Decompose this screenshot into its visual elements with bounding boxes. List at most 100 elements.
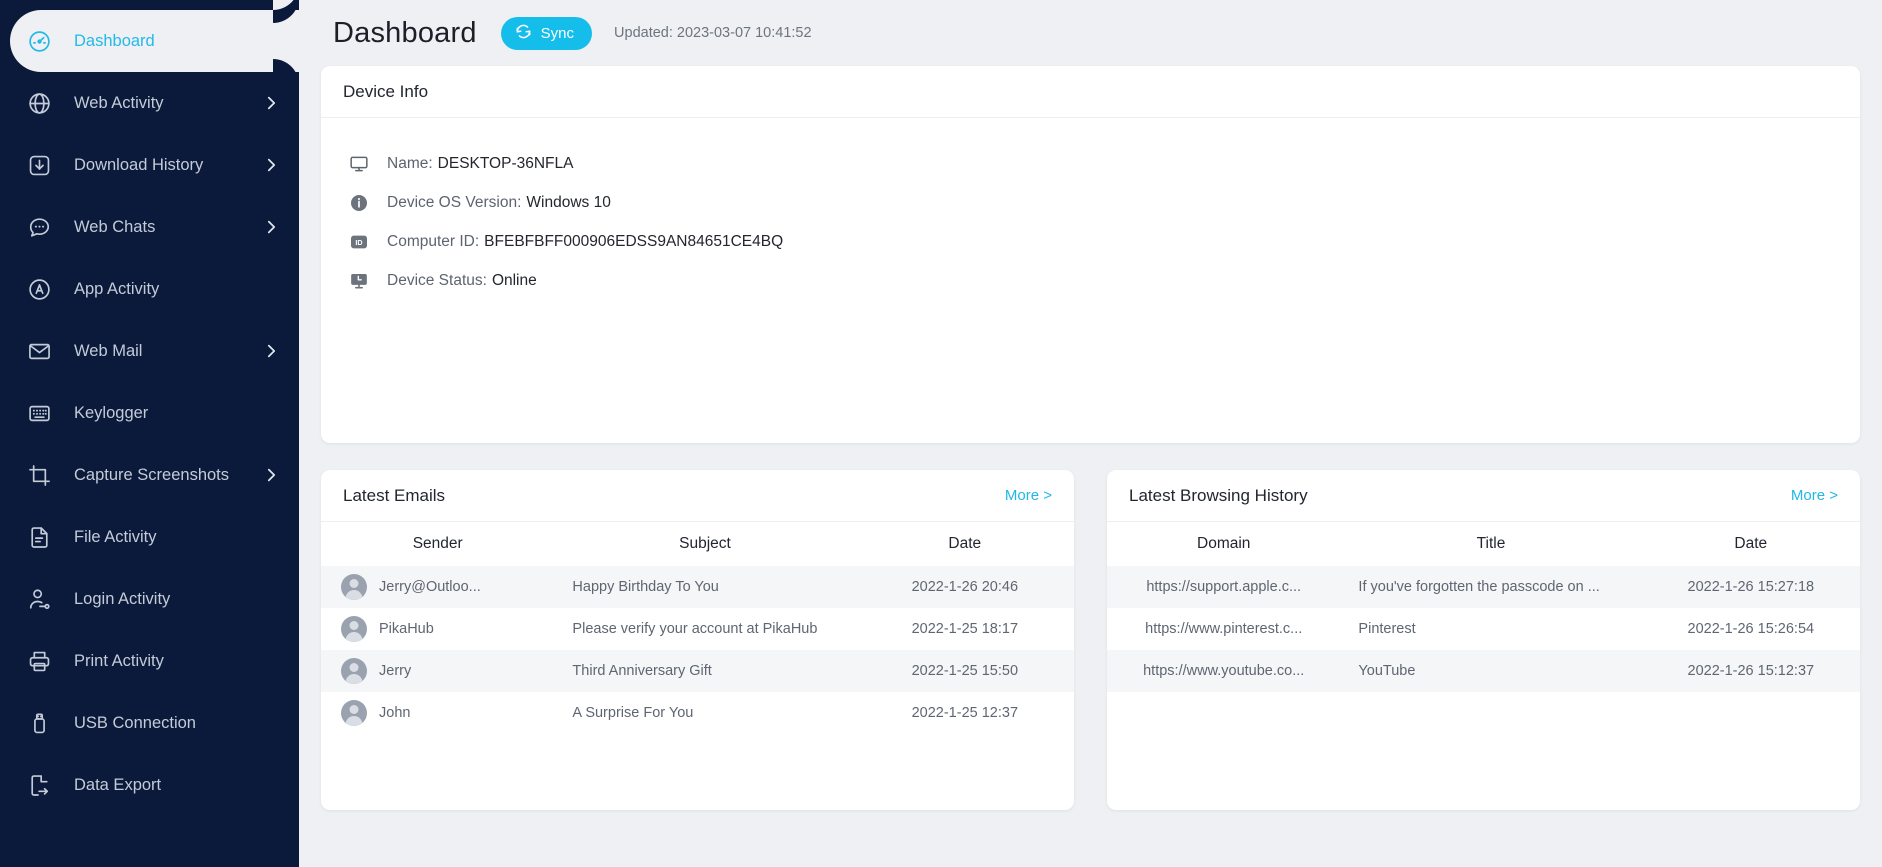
email-date: 2022-1-25 12:37: [911, 705, 1019, 721]
file-export-icon: [26, 772, 52, 798]
usb-icon: [26, 710, 52, 736]
table-row[interactable]: https://www.youtube.co... YouTube 2022-1-2…: [1107, 650, 1860, 692]
latest-emails-panel: Latest Emails More > Sender Subject Date J…: [321, 470, 1074, 810]
email-subject: Happy Birthday To You: [572, 579, 719, 595]
sidebar-item-file-activity[interactable]: File Activity: [0, 506, 299, 568]
device-info-title: Device Info: [343, 81, 429, 101]
sidebar-item-label: Keylogger: [74, 403, 149, 422]
device-info-row: Device Status: Online: [349, 261, 1860, 300]
latest-browsing-title: Latest Browsing History: [1129, 485, 1308, 505]
browsing-title: Pinterest: [1358, 621, 1416, 637]
sidebar-item-usb-connection[interactable]: USB Connection: [0, 692, 299, 754]
latest-browsing-panel: Latest Browsing History More > Domain Tit…: [1107, 470, 1860, 810]
sidebar-item-keylogger[interactable]: Keylogger: [0, 382, 299, 444]
sidebar-item-login-activity[interactable]: Login Activity: [0, 568, 299, 630]
email-sender-cell: John: [321, 692, 554, 734]
sidebar-item-download-history[interactable]: Download History: [0, 134, 299, 196]
email-sender: Jerry: [379, 663, 412, 679]
chevron-right-icon: [265, 342, 277, 360]
column-header: Date: [855, 522, 1074, 566]
chevron-right-icon: [265, 94, 277, 112]
sidebar-item-label: USB Connection: [74, 713, 196, 732]
device-info-key: Device Status:: [387, 271, 487, 289]
email-subject: A Surprise For You: [572, 705, 694, 721]
device-info-row: ID Computer ID: BFEBFBFF000906EDSS9AN84651…: [349, 222, 1860, 261]
device-info-card: Device Info Name: DESKTOP-36NFLA Device OS…: [321, 66, 1860, 443]
browsing-date: 2022-1-26 15:27:18: [1687, 579, 1815, 595]
sync-button[interactable]: Sync: [500, 16, 593, 50]
chevron-right-icon: [265, 156, 277, 174]
sidebar-item-data-export[interactable]: Data Export: [0, 754, 299, 816]
latest-browsing-tbody: https://support.apple.c... If you've forg…: [1107, 566, 1860, 692]
sidebar-item-label: Dashboard: [74, 31, 155, 50]
latest-emails-header: Latest Emails More >: [321, 470, 1074, 522]
browsing-domain: https://support.apple.c...: [1146, 579, 1302, 595]
column-header: Domain: [1107, 522, 1341, 566]
sidebar-item-label: Capture Screenshots: [74, 465, 230, 484]
chat-bubble-icon: [26, 214, 52, 240]
device-info-body: Name: DESKTOP-36NFLA Device OS Version: Win…: [321, 118, 1860, 300]
sidebar-item-label: Login Activity: [74, 589, 171, 608]
email-sender: Jerry@Outloo...: [379, 579, 481, 595]
table-row[interactable]: https://www.pinterest.c... Pinterest 2022-…: [1107, 608, 1860, 650]
sidebar: Dashboard Web Activity Download History Web…: [0, 0, 299, 867]
browsing-domain: https://www.youtube.co...: [1143, 663, 1305, 679]
sidebar-item-label: App Activity: [74, 279, 160, 298]
main-content: Dashboard Sync Updated: 2023-03-07 10:41…: [299, 0, 1882, 867]
app-circle-icon: [26, 276, 52, 302]
table-row[interactable]: https://support.apple.c... If you've forg…: [1107, 566, 1860, 608]
device-info-key: Device OS Version:: [387, 193, 522, 211]
id-icon: ID: [349, 232, 369, 252]
sidebar-item-label: Data Export: [74, 775, 162, 794]
sidebar-item-dashboard[interactable]: Dashboard: [10, 0, 299, 98]
column-header: Date: [1641, 522, 1860, 566]
email-sender: PikaHub: [379, 621, 434, 637]
browsing-domain: https://www.pinterest.c...: [1145, 621, 1303, 637]
table-header-row: Domain Title Date: [1107, 522, 1860, 566]
updated-timestamp: Updated: 2023-03-07 10:41:52: [614, 25, 812, 41]
latest-browsing-more-link[interactable]: More >: [1791, 487, 1838, 504]
sidebar-item-capture-screenshots[interactable]: Capture Screenshots: [0, 444, 299, 506]
user-key-icon: [26, 586, 52, 612]
document-icon: [26, 524, 52, 550]
email-date: 2022-1-25 15:50: [911, 663, 1019, 679]
status-icon: [349, 271, 369, 291]
latest-emails-tbody: Jerry@Outloo... Happy Birthday To You 2022…: [321, 566, 1074, 734]
email-sender-cell: Jerry@Outloo...: [321, 566, 554, 608]
table-header-row: Sender Subject Date: [321, 522, 1074, 566]
table-row[interactable]: John A Surprise For You 2022-1-25 12:37: [321, 692, 1074, 734]
email-date: 2022-1-26 20:46: [911, 579, 1019, 595]
sidebar-item-web-mail[interactable]: Web Mail: [0, 320, 299, 382]
envelope-icon: [26, 338, 52, 364]
sidebar-item-web-activity[interactable]: Web Activity: [0, 72, 299, 134]
device-info-key: Name:: [387, 154, 433, 172]
bottom-panels: Latest Emails More > Sender Subject Date J…: [321, 470, 1860, 810]
sidebar-item-print-activity[interactable]: Print Activity: [0, 630, 299, 692]
avatar: [341, 616, 367, 642]
keyboard-icon: [26, 400, 52, 426]
refresh-icon: [515, 23, 532, 44]
browsing-date: 2022-1-26 15:26:54: [1687, 621, 1815, 637]
latest-emails-more-link[interactable]: More >: [1005, 487, 1052, 504]
device-info-value: Online: [491, 271, 537, 289]
email-sender-cell: Jerry: [321, 650, 554, 692]
globe-icon: [26, 90, 52, 116]
browsing-title: YouTube: [1358, 663, 1416, 679]
browsing-title: If you've forgotten the passcode on ...: [1358, 579, 1600, 595]
sidebar-nav-list: Dashboard Web Activity Download History Web…: [0, 0, 299, 816]
sidebar-item-web-chats[interactable]: Web Chats: [0, 196, 299, 258]
table-row[interactable]: Jerry@Outloo... Happy Birthday To You 2022…: [321, 566, 1074, 608]
sidebar-item-label: Download History: [74, 155, 204, 174]
page-title: Dashboard: [333, 16, 477, 49]
sidebar-item-app-activity[interactable]: App Activity: [0, 258, 299, 320]
chevron-right-icon: [265, 218, 277, 236]
table-row[interactable]: PikaHub Please verify your account at Pik…: [321, 608, 1074, 650]
email-sender: John: [379, 705, 411, 721]
chevron-right-icon: [265, 466, 277, 484]
table-row[interactable]: Jerry Third Anniversary Gift 2022-1-25 15:…: [321, 650, 1074, 692]
device-info-value: DESKTOP-36NFLA: [437, 154, 574, 172]
column-header: Title: [1340, 522, 1642, 566]
